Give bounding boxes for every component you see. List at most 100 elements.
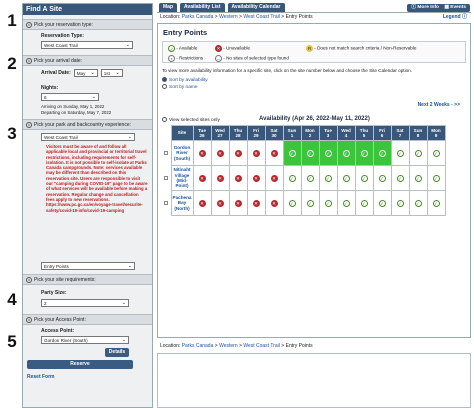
breadcrumb-western[interactable]: Western xyxy=(219,14,238,20)
reserve-button[interactable]: Reserve xyxy=(27,360,133,369)
availability-cell[interactable]: ✓ xyxy=(354,140,374,166)
available-icon: ✓ xyxy=(288,199,296,207)
availability-cell[interactable]: ✓ xyxy=(408,140,428,166)
breadcrumb-parks-canada[interactable]: Parks Canada xyxy=(182,14,214,20)
availability-cell[interactable]: ✓ xyxy=(354,190,374,216)
day-header: Sun 8 xyxy=(408,125,428,141)
day-number: 8 xyxy=(416,133,420,138)
view-selected-sites[interactable]: View selected sites only xyxy=(162,117,220,123)
row-checkbox[interactable] xyxy=(164,200,169,205)
availability-cell[interactable]: ✓ xyxy=(282,140,302,166)
day-number: 5 xyxy=(362,133,366,138)
availability-cell[interactable]: ✕ xyxy=(192,165,212,191)
row-checkbox[interactable] xyxy=(164,150,169,155)
row-checkbox[interactable] xyxy=(164,175,169,180)
tab-availability-calendar[interactable]: Availability Calendar xyxy=(227,3,285,12)
breadcrumb-parks-canada[interactable]: Parks Canada xyxy=(182,343,214,349)
availability-cell[interactable]: ✓ xyxy=(390,190,410,216)
unavailable-icon: ✕ xyxy=(252,149,260,157)
table-row: Nitinaht Village (Mid-Point) ✕ ✕ ✕ ✕ ✕ ✓ ✓ ✓ ✓ ✓ ✓ ✓… xyxy=(162,165,446,191)
availability-cell[interactable]: ✕ xyxy=(246,165,266,191)
availability-cell[interactable]: ✓ xyxy=(336,165,356,191)
breadcrumb-west-coast-trail[interactable]: West Coast Trail xyxy=(243,343,280,349)
unavailable-icon: ✕ xyxy=(252,174,260,182)
availability-cell[interactable]: ✕ xyxy=(246,190,266,216)
availability-cell[interactable]: ✕ xyxy=(264,140,284,166)
breadcrumb-prefix: Location: xyxy=(160,14,181,20)
available-icon: ✓ xyxy=(360,199,368,207)
legend-link[interactable]: Legend ⓘ xyxy=(443,13,467,21)
day-header: Fri 6 xyxy=(372,125,392,141)
availability-cell[interactable]: ✓ xyxy=(300,165,320,191)
departing-text: Departing on Saturday, May 7, 2022 xyxy=(41,110,112,115)
availability-cell[interactable]: ✓ xyxy=(372,140,392,166)
experience-select[interactable]: Entry Points ⌄ xyxy=(41,262,135,270)
step4-header: i Pick your site requirements: xyxy=(23,274,152,285)
party-size-select[interactable]: 2 ⌄ xyxy=(41,299,129,307)
availability-cell[interactable]: ✕ xyxy=(192,140,212,166)
availability-cell[interactable]: ✓ xyxy=(390,165,410,191)
access-point-select[interactable]: Gordon River (South) ⌄ xyxy=(41,336,129,344)
reset-form-link[interactable]: Reset Form xyxy=(27,374,148,380)
day-header: Mon 2 xyxy=(300,125,320,141)
availability-cell[interactable]: ✓ xyxy=(354,165,374,191)
unavailable-icon: ✕ xyxy=(198,149,206,157)
sort-name[interactable]: Sort by name xyxy=(162,83,466,90)
availability-cell[interactable]: ✓ xyxy=(318,165,338,191)
results-area: Map Availability List Availability Calen… xyxy=(157,3,471,408)
available-icon: ✓ xyxy=(432,174,440,182)
day-number: 1 xyxy=(290,133,294,138)
availability-cell[interactable]: ✓ xyxy=(372,190,392,216)
tab-map[interactable]: Map xyxy=(159,3,177,12)
availability-cell[interactable]: ✓ xyxy=(336,190,356,216)
availability-cell[interactable]: ✕ xyxy=(192,190,212,216)
availability-cell[interactable]: ✓ xyxy=(300,140,320,166)
availability-cell[interactable]: ✓ xyxy=(426,190,446,216)
availability-cell[interactable]: ✕ xyxy=(246,140,266,166)
tab-availability-list[interactable]: Availability List xyxy=(180,3,225,12)
availability-cell[interactable]: ✕ xyxy=(264,190,284,216)
day-number: 28 xyxy=(235,133,241,138)
day-header: Sun 1 xyxy=(282,125,302,141)
available-icon: ✓ xyxy=(414,149,422,157)
site-link[interactable]: Nitinaht Village (Mid-Point) xyxy=(170,165,194,191)
arrival-day-select[interactable]: 1st ⌄ xyxy=(100,69,123,77)
sort-availability[interactable]: Sort by availability xyxy=(162,77,466,83)
legend-restrictions: * - Restrictions xyxy=(168,55,203,62)
breadcrumb-western[interactable]: Western xyxy=(219,343,238,349)
availability-cell[interactable]: ✓ xyxy=(408,165,428,191)
row-checkbox-cell xyxy=(162,191,171,216)
availability-cell[interactable]: ✕ xyxy=(210,140,230,166)
chevron-down-icon: ⌄ xyxy=(127,263,132,269)
availability-cell[interactable]: ✕ xyxy=(228,140,248,166)
availability-cell[interactable]: ✓ xyxy=(318,140,338,166)
reservation-type-select[interactable]: West Coast Trail ⌄ xyxy=(41,41,133,49)
events-button[interactable]: ▦ Events xyxy=(440,4,470,12)
availability-cell[interactable]: ✓ xyxy=(282,165,302,191)
next-2-weeks-link[interactable]: Next 2 Weeks - >> xyxy=(418,102,460,108)
availability-cell[interactable]: ✓ xyxy=(372,165,392,191)
available-icon: ✓ xyxy=(342,199,350,207)
availability-cell[interactable]: ✓ xyxy=(408,190,428,216)
availability-cell[interactable]: ✓ xyxy=(318,190,338,216)
arrival-month-select[interactable]: May ⌄ xyxy=(73,69,98,77)
availability-cell[interactable]: ✕ xyxy=(210,190,230,216)
availability-cell[interactable]: ✓ xyxy=(336,140,356,166)
availability-cell[interactable]: ✓ xyxy=(426,165,446,191)
availability-cell[interactable]: ✕ xyxy=(228,190,248,216)
chevron-down-icon: ⌄ xyxy=(121,300,126,306)
availability-cell[interactable]: ✕ xyxy=(264,165,284,191)
more-info-button[interactable]: ⓘ More Info xyxy=(407,4,443,12)
availability-cell[interactable]: ✕ xyxy=(210,165,230,191)
availability-cell[interactable]: ✓ xyxy=(282,190,302,216)
details-button[interactable]: Details xyxy=(105,348,129,357)
availability-cell[interactable]: ✓ xyxy=(390,140,410,166)
breadcrumb-west-coast-trail[interactable]: West Coast Trail xyxy=(243,14,280,20)
site-link[interactable]: Gordon River (South) xyxy=(170,140,194,166)
availability-cell[interactable]: ✕ xyxy=(228,165,248,191)
availability-cell[interactable]: ✓ xyxy=(426,140,446,166)
nights-select[interactable]: 6 ⌄ xyxy=(41,93,99,101)
availability-cell[interactable]: ✓ xyxy=(300,190,320,216)
site-link[interactable]: Pachena Bay (North) xyxy=(170,190,194,216)
park-select[interactable]: West Coast Trail ⌄ xyxy=(41,133,135,141)
